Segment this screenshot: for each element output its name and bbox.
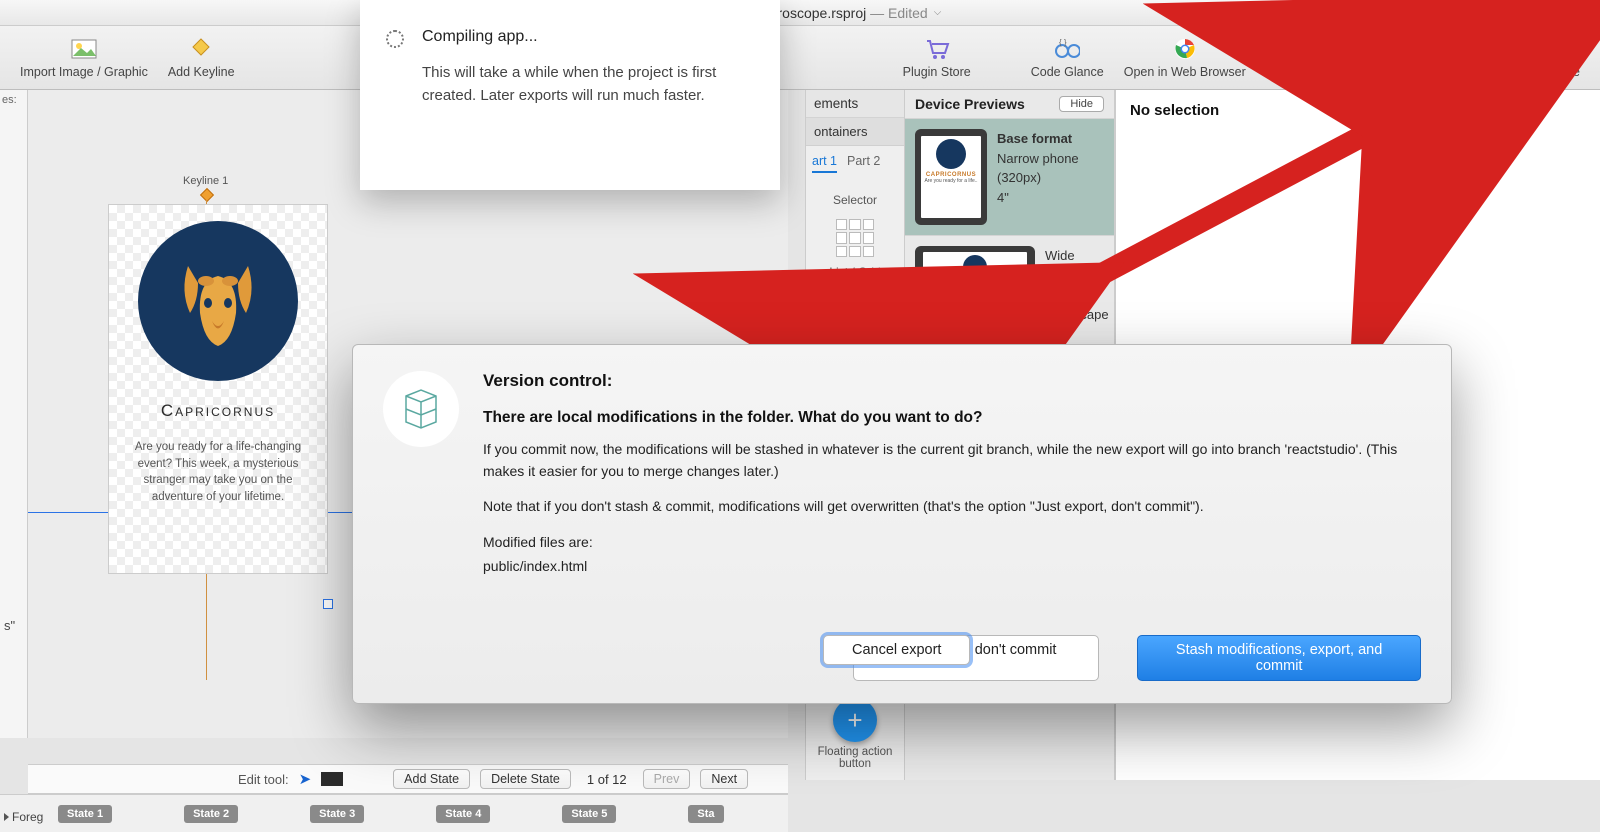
keyline-marker-icon[interactable] bbox=[200, 188, 214, 202]
state-chip-3[interactable]: State 3 bbox=[310, 805, 364, 823]
version-control-dialog: Version control: There are local modific… bbox=[352, 344, 1452, 704]
image-icon bbox=[71, 37, 97, 61]
svg-text:{ }: { } bbox=[1059, 39, 1067, 47]
state-chip-5[interactable]: State 5 bbox=[562, 805, 616, 823]
cursor-icon[interactable]: ➤ bbox=[299, 770, 312, 788]
fab-icon[interactable]: + bbox=[833, 698, 877, 742]
edit-tool-bar: Edit tool: ➤ Add State Delete State 1 of… bbox=[28, 764, 788, 794]
keyline-label: Keyline 1 bbox=[183, 175, 228, 187]
window-titlebar: ReactStudio-Horoscope.rsproj — Edited ⌵ bbox=[0, 0, 1600, 26]
keyline-icon bbox=[188, 37, 214, 61]
state-chip-2[interactable]: State 2 bbox=[184, 805, 238, 823]
state-chip-6[interactable]: Sta bbox=[688, 805, 723, 823]
foreground-toggle[interactable]: Foreg bbox=[4, 810, 43, 824]
delete-state-button[interactable]: Delete State bbox=[480, 769, 571, 789]
list-grid-label[interactable]: List / Grid bbox=[806, 257, 904, 287]
dialog-modified-files: public/index.html bbox=[483, 556, 1421, 578]
zodiac-illustration bbox=[138, 221, 298, 381]
horoscope-card[interactable]: Capricornus Are you ready for a life-cha… bbox=[108, 204, 328, 574]
titlebar-chevron-icon[interactable]: ⌵ bbox=[934, 7, 942, 18]
edit-tool-label: Edit tool: bbox=[238, 772, 289, 787]
dialog-paragraph-2: Note that if you don't stash & commit, m… bbox=[483, 496, 1421, 518]
fab-label: Floating action button bbox=[806, 746, 904, 770]
add-keyline-label: Add Keyline bbox=[168, 65, 235, 79]
grid-icon[interactable] bbox=[836, 219, 874, 257]
state-chip-4[interactable]: State 4 bbox=[436, 805, 490, 823]
next-state-button[interactable]: Next bbox=[700, 769, 748, 789]
selector-label: Selector bbox=[806, 181, 904, 213]
zodiac-name: Capricornus bbox=[123, 401, 313, 421]
dialog-modified-label: Modified files are: bbox=[483, 532, 1421, 554]
spinner-icon bbox=[386, 30, 404, 48]
compiling-body: This will take a while when the project … bbox=[422, 62, 754, 107]
es-suffix: s" bbox=[4, 618, 15, 786]
states-timeline: Foreg State 1 State 2 State 3 State 4 St… bbox=[0, 794, 788, 832]
dialog-paragraph-1: If you commit now, the modifications wil… bbox=[483, 439, 1421, 482]
dialog-subheading: There are local modifications in the fol… bbox=[483, 409, 1421, 427]
palette-containers-header[interactable]: ontainers bbox=[806, 118, 904, 146]
rect-tool-icon[interactable] bbox=[321, 772, 343, 786]
compiling-title: Compiling app... bbox=[422, 28, 754, 46]
add-state-button[interactable]: Add State bbox=[393, 769, 470, 789]
import-image-button[interactable]: Import Image / Graphic bbox=[10, 33, 158, 83]
tab-part-1[interactable]: art 1 bbox=[812, 154, 837, 173]
tab-part-2[interactable]: Part 2 bbox=[847, 154, 880, 173]
export-arrow-icon bbox=[1514, 37, 1540, 61]
document-edited-status: — Edited bbox=[870, 5, 928, 21]
selection-handle[interactable] bbox=[323, 599, 333, 609]
state-chip-1[interactable]: State 1 bbox=[58, 805, 112, 823]
triangle-icon bbox=[4, 813, 9, 821]
stash-commit-button[interactable]: Stash modifications, export, and commit bbox=[1137, 635, 1421, 681]
palette-part-tabs: art 1 Part 2 bbox=[806, 146, 904, 181]
add-keyline-button[interactable]: Add Keyline bbox=[158, 33, 245, 83]
dialog-heading: Version control: bbox=[483, 371, 1421, 391]
cancel-export-button[interactable]: Cancel export bbox=[823, 635, 970, 665]
zodiac-description: Are you ready for a life-changing event?… bbox=[123, 439, 313, 506]
import-image-label: Import Image / Graphic bbox=[20, 65, 148, 79]
palette-elements-header[interactable]: ements bbox=[806, 90, 904, 118]
state-counter: 1 of 12 bbox=[581, 772, 633, 787]
ruler-text: es: bbox=[2, 94, 25, 106]
compiling-popover: Compiling app... This will take a while … bbox=[360, 0, 780, 190]
prev-state-button[interactable]: Prev bbox=[643, 769, 691, 789]
app-logo-icon bbox=[383, 371, 459, 447]
